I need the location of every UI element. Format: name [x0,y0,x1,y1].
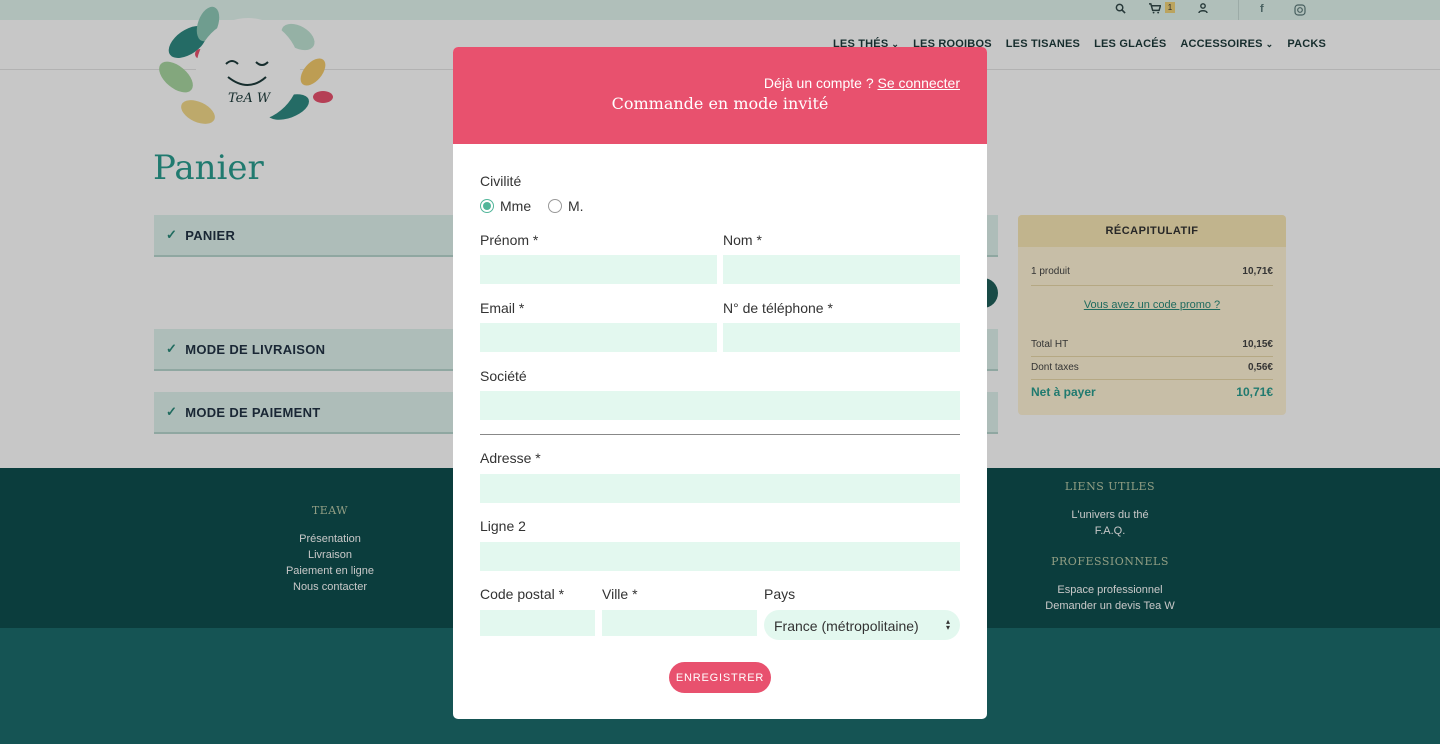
radio-m[interactable] [548,199,562,213]
select-arrows-icon: ▴ ▾ [945,617,950,632]
save-button[interactable]: ENREGISTRER [669,662,771,693]
lastname-label: Nom * [723,232,762,248]
phone-label: N° de téléphone * [723,300,833,316]
civility-label: Civilité [480,173,522,189]
radio-m-label[interactable]: M. [568,198,584,214]
address2-label: Ligne 2 [480,518,526,534]
email-field[interactable] [480,323,717,352]
modal-title: Commande en mode invité [611,94,829,113]
modal-header: Déjà un compte ? Se connecter Commande e… [453,47,987,144]
country-select[interactable]: France (métropolitaine) ▴ ▾ [764,610,960,640]
login-prompt: Déjà un compte ? Se connecter [763,75,961,91]
country-label: Pays [764,586,796,602]
guest-checkout-modal: Déjà un compte ? Se connecter Commande e… [453,47,987,719]
phone-field[interactable] [723,323,960,352]
radio-mme[interactable] [480,199,494,213]
form-divider [480,434,960,435]
company-field[interactable] [480,391,960,420]
postcode-field[interactable] [480,610,595,636]
email-label: Email * [480,300,525,316]
firstname-field[interactable] [480,255,717,284]
postcode-label: Code postal * [480,586,565,602]
company-label: Société [480,368,527,384]
address-field[interactable] [480,474,960,503]
lastname-field[interactable] [723,255,960,284]
address-label: Adresse * [480,450,541,466]
login-link[interactable]: Se connecter [878,75,961,91]
city-label: Ville * [602,586,638,602]
city-field[interactable] [602,610,757,636]
address2-field[interactable] [480,542,960,571]
firstname-label: Prénom * [480,232,539,248]
radio-mme-label[interactable]: Mme [500,198,531,214]
